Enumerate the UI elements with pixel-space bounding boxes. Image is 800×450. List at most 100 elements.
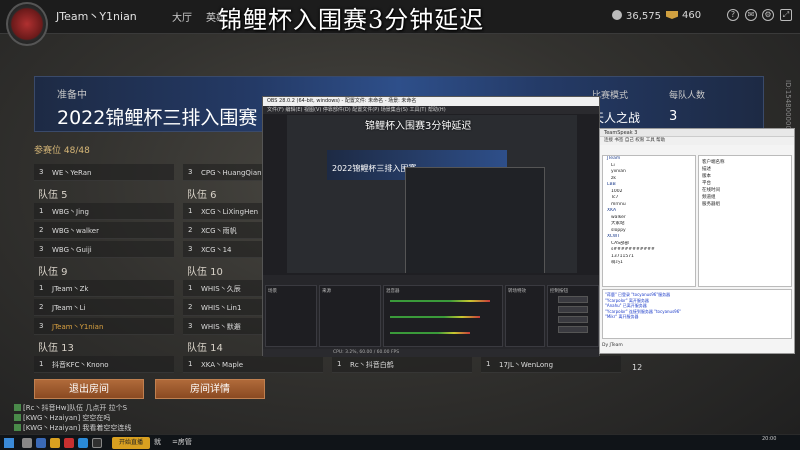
game-client-window: { "header": { "username": "JTeam丶Y1nian"… (0, 0, 800, 450)
start-recording-button[interactable] (558, 306, 588, 313)
player-name: WBG丶walker (52, 227, 99, 235)
obs-titlebar[interactable]: OBS 28.0.2 (64-bit, windows) - 配置文件: 未命名… (263, 97, 599, 106)
team-logo-icon[interactable] (6, 2, 48, 46)
chat-user-icon (14, 404, 21, 411)
help-icon[interactable]: ? (727, 9, 739, 21)
teamspeak-window[interactable]: TeamSpeak 3 连接 书签 自己 权限 工具 帮助 JTeam Li yii… (599, 128, 795, 354)
username: JTeam丶Y1nian (56, 10, 137, 23)
obs-icon[interactable] (92, 438, 102, 448)
nav-lobby[interactable]: 大厅 (172, 9, 192, 24)
ts-menubar[interactable]: 连接 书签 自己 权限 工具 帮助 (600, 137, 794, 145)
player-name: WHIS丶久辰 (201, 285, 241, 293)
coin-icon (612, 10, 622, 20)
player-name: Rc丶抖音白鹤 (350, 361, 394, 369)
team-member-row[interactable]: 1 JTeam丶Zk (34, 280, 174, 297)
ts-tab-bar[interactable]: Dy JTeam (602, 341, 792, 351)
player-name: XKA丶Maple (201, 361, 244, 369)
studio-mode-button[interactable] (558, 316, 588, 323)
slot-index: 1 (39, 360, 44, 368)
chat-line: [Rc丶抖音Hw]队伍 几点开 拉个S (14, 403, 127, 413)
obs-transitions-pane[interactable]: 转场特效 (505, 285, 545, 347)
team-member-row[interactable]: 1 17JL丶WenLong (481, 356, 621, 373)
ts-chat-log: "蒋鹿" 已登录 "tocyanus96"服务器 "Ycarpolor" 离开服务… (602, 289, 792, 339)
ts-channel-tree[interactable]: JTeam Li yiinian zk LBB 1002 Tc7 mrnnu XKA walker… (602, 155, 696, 287)
player-name: CPG丶HuangQian (201, 169, 262, 177)
mail-icon[interactable]: ✉ (745, 9, 757, 21)
player-name: WHIS丶Lin1 (201, 304, 242, 312)
team-member-row[interactable]: 2 WBG丶walker (34, 222, 174, 239)
team-member-row[interactable]: 1 XKA丶Maple (183, 356, 323, 373)
player-name: 抖音KFC丶Knono (52, 361, 109, 369)
ts-info-field: 在线时间 (702, 188, 720, 193)
audio-meter (390, 300, 490, 302)
player-name: XCG丶14 (201, 246, 232, 254)
ts-tree-item[interactable]: 萌巧1 (603, 260, 695, 267)
obs-mixer-pane[interactable]: 混音器 (383, 285, 503, 347)
obs-controls-pane[interactable]: 控制按钮 (547, 285, 599, 347)
obs-nested-preview (405, 167, 545, 273)
slot-index: 3 (39, 168, 44, 176)
chat-user-icon (14, 414, 21, 421)
ts-info-panel: 客户端名称 描述 版本 平台 在线时间 频道组 服务器组 (698, 155, 792, 287)
audio-meter (390, 316, 480, 318)
ts-titlebar[interactable]: TeamSpeak 3 (600, 129, 794, 137)
slot-index: 3 (39, 322, 44, 330)
team-heading: 队伍 9 (38, 267, 68, 278)
fullscreen-icon[interactable]: ⤢ (780, 9, 792, 21)
obs-sources-pane[interactable]: 来源 (319, 285, 381, 347)
ts-info-field: 平台 (702, 181, 711, 186)
slot-index: 1 (188, 207, 193, 215)
folder-icon[interactable] (50, 438, 60, 448)
team-member-row[interactable]: 1 WBG丶Jing (34, 203, 174, 220)
match-status: 准备中 (57, 90, 87, 101)
player-name: XCG丶LiXingHen (201, 208, 259, 216)
go-live-button[interactable]: 开始直播 (112, 437, 150, 449)
chat-line: [KWG丶Hzaiyan] 我看着空空连线 (14, 423, 131, 433)
room-details-button[interactable]: 房间详情 (155, 379, 265, 399)
taskbar-text: 就 (154, 438, 161, 446)
app-icon[interactable] (64, 438, 74, 448)
player-name: JTeam丶Zk (52, 285, 89, 293)
slot-index: 1 (39, 207, 44, 215)
ts-info-field: 频道组 (702, 195, 716, 200)
slot-index: 2 (188, 226, 193, 234)
obs-menubar[interactable]: 文件(F) 编辑(E) 视图(V) 停靠部件(D) 配置文件(P) 场景集合(S… (263, 106, 599, 114)
player-name: WHIS丶默邂 (201, 323, 241, 331)
player-name: WBG丶Jing (52, 208, 89, 216)
team-heading: 队伍 10 (187, 267, 223, 278)
team-member-row[interactable]: 3 JTeam丶Y1nian (34, 318, 174, 335)
search-icon[interactable] (22, 438, 32, 448)
slot-index: 1 (486, 360, 491, 368)
obs-statusbar: CPU: 3.2%, 60.00 / 60.00 FPS (263, 349, 599, 357)
obs-preview-title: 锦鲤杯入围赛3分钟延迟 (365, 121, 472, 132)
player-name: WE丶YeRan (52, 169, 92, 177)
participant-count: 参赛位 48/48 (34, 146, 90, 156)
windows-start-icon[interactable] (4, 438, 14, 448)
settings-icon[interactable]: ⚙ (762, 9, 774, 21)
leave-room-button[interactable]: 退出房间 (34, 379, 144, 399)
gem-icon (666, 11, 678, 19)
team-member-row[interactable]: 2 JTeam丶Li (34, 299, 174, 316)
team-slot-number: 12 (632, 363, 643, 372)
player-name: WBG丶Guiji (52, 246, 92, 254)
team-heading: 队伍 14 (187, 343, 223, 354)
obs-scenes-pane[interactable]: 场景 (265, 285, 317, 347)
stream-overlay-title: 锦鲤杯入围赛3分钟延迟 (218, 6, 485, 34)
ts-info-field: 服务器组 (702, 202, 720, 207)
slot-index: 1 (188, 284, 193, 292)
team-member-row[interactable]: 1 Rc丶抖音白鹤 (332, 356, 472, 373)
start-streaming-button[interactable] (558, 296, 588, 303)
obs-window[interactable]: OBS 28.0.2 (64-bit, windows) - 配置文件: 未命名… (262, 96, 600, 357)
obs-preview: 2022锦鲤杯三排入围赛 (287, 115, 577, 273)
team-member-row[interactable]: 3 WE丶YeRan (34, 164, 174, 181)
taskview-icon[interactable] (36, 438, 46, 448)
slot-index: 1 (337, 360, 342, 368)
browser-icon[interactable] (78, 438, 88, 448)
chat-user-icon (14, 424, 21, 431)
match-title: 2022锦鲤杯三排入围赛 (57, 107, 258, 129)
team-member-row[interactable]: 3 WBG丶Guiji (34, 241, 174, 258)
team-member-row[interactable]: 1 抖音KFC丶Knono (34, 356, 174, 373)
slot-index: 2 (39, 303, 44, 311)
settings-button[interactable] (558, 326, 588, 333)
team-heading: 队伍 5 (38, 190, 68, 201)
